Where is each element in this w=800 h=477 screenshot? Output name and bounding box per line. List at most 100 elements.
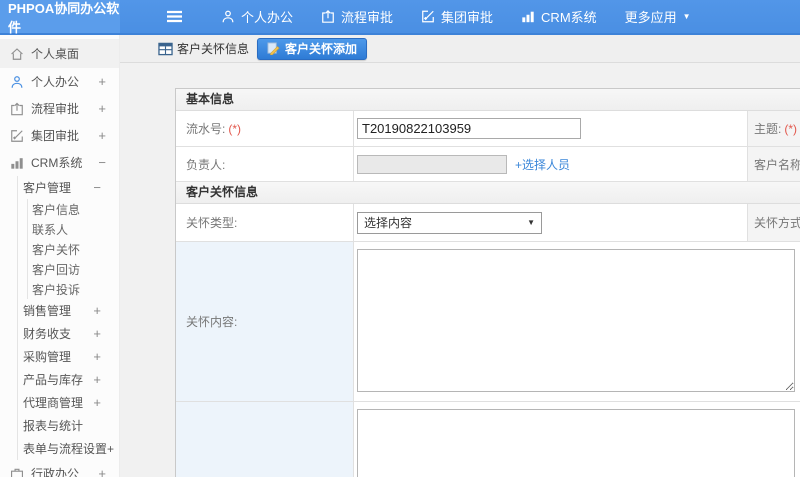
sidebar-item-finance[interactable]: 财务收支 + [18, 322, 119, 345]
nav-crm-system[interactable]: CRM系统 [521, 7, 597, 26]
field-label: 流水号: [186, 122, 226, 136]
sidebar-item-customer-info[interactable]: 客户信息 [28, 199, 119, 219]
bar-chart-icon [10, 156, 24, 170]
extra-input-cell [353, 402, 800, 477]
serial-label-cell: 流水号: (*) [176, 111, 353, 146]
table-icon [158, 42, 173, 56]
sidebar: 个人桌面 个人办公 + 流程审批 + 集团审批 + CRM系统 − 客户管理 − [0, 35, 120, 477]
sidebar-item-label: 集团审批 [31, 129, 80, 143]
expand-icon[interactable]: + [93, 303, 101, 318]
sidebar-item-process-approval[interactable]: 流程审批 + [0, 95, 119, 122]
bar-chart-icon [521, 9, 535, 24]
extra-label-cell [176, 402, 353, 477]
serial-input[interactable] [357, 118, 581, 139]
expand-icon[interactable]: + [93, 372, 101, 387]
sidebar-item-customer-complaint[interactable]: 客户投诉 [28, 279, 119, 299]
extra-textarea[interactable] [357, 409, 795, 477]
person-icon [221, 9, 235, 24]
field-label: 客户名称: [754, 157, 800, 172]
care-content-input-cell [353, 242, 800, 401]
care-type-select[interactable]: 选择内容 ▼ [357, 211, 542, 234]
home-icon [10, 47, 24, 61]
sidebar-item-label: CRM系统 [31, 156, 83, 170]
expand-icon[interactable]: + [93, 395, 101, 410]
sidebar-item-label: 财务收支 [23, 327, 72, 341]
care-type-row: 关怀类型: 选择内容 ▼ 关怀方式: [176, 204, 800, 242]
hamburger-menu-icon[interactable] [166, 10, 183, 23]
nav-personal-office[interactable]: 个人办公 [221, 7, 293, 26]
sidebar-item-personal-desktop[interactable]: 个人桌面 [0, 39, 119, 68]
edit-add-icon [267, 42, 280, 55]
sidebar-item-label: 个人桌面 [31, 47, 80, 61]
sidebar-item-reports-statistics[interactable]: 报表与统计 [18, 414, 119, 437]
customer-care-add-form: 基本信息 流水号: (*) 主题: (*) 负责人: +选择人员 [175, 88, 800, 477]
sidebar-item-label: 表单与流程设置+ [23, 442, 115, 456]
customer-submenu: 客户信息 联系人 客户关怀 客户回访 客户投诉 [27, 199, 119, 299]
expand-icon[interactable]: + [93, 326, 101, 341]
select-personnel-link[interactable]: +选择人员 [515, 156, 570, 173]
sidebar-item-label: 个人办公 [31, 75, 80, 89]
caret-down-icon: ▼ [682, 11, 691, 21]
sidebar-item-personal-office[interactable]: 个人办公 + [0, 68, 119, 95]
tab-customer-care-info[interactable]: 客户关怀信息 [158, 40, 249, 57]
briefcase-icon [10, 467, 24, 477]
expand-icon[interactable]: + [98, 128, 106, 143]
sidebar-item-customer-management[interactable]: 客户管理 − [18, 176, 119, 199]
sidebar-item-contacts[interactable]: 联系人 [28, 219, 119, 239]
sidebar-item-purchasing[interactable]: 采购管理 + [18, 345, 119, 368]
owner-label-cell: 负责人: [176, 147, 353, 181]
field-label: 主题: [754, 122, 782, 136]
sidebar-item-label: 行政办公 [31, 467, 80, 477]
nav-label: 集团审批 [441, 10, 494, 25]
section-header-basic-info: 基本信息 [176, 89, 800, 111]
tab-customer-care-add[interactable]: 客户关怀添加 [257, 37, 368, 60]
field-label: 负责人: [186, 157, 226, 172]
expand-icon[interactable]: + [98, 466, 106, 477]
sidebar-item-sales-management[interactable]: 销售管理 + [18, 299, 119, 322]
required-mark: (*) [228, 121, 242, 136]
expand-icon[interactable]: − [98, 155, 106, 170]
sidebar-item-admin-office[interactable]: 行政办公 + [0, 460, 119, 477]
owner-input[interactable] [357, 154, 507, 174]
expand-icon[interactable]: + [93, 349, 101, 364]
care-type-label-cell: 关怀类型: [176, 204, 353, 241]
care-content-label-cell: 关怀内容: [176, 242, 353, 401]
nav-group-approval[interactable]: 集团审批 [421, 7, 493, 26]
sidebar-item-label: 产品与库存 [23, 373, 84, 387]
care-content-textarea[interactable] [357, 249, 795, 392]
sidebar-item-label: 客户关怀 [32, 242, 81, 257]
caret-down-icon: ▼ [527, 217, 535, 227]
sidebar-item-label: 客户投诉 [32, 282, 81, 297]
nav-more-apps[interactable]: 更多应用 ▼ [625, 7, 691, 26]
sidebar-item-crm-system[interactable]: CRM系统 − [0, 149, 119, 176]
sidebar-item-form-process-settings[interactable]: 表单与流程设置+ [18, 437, 119, 460]
edit-icon [421, 9, 435, 24]
share-up-icon [321, 9, 335, 24]
top-navbar: PHPOA协同办公软件 个人办公 流程审批 集团审批 CRM系统 更多应用 ▼ [0, 0, 800, 35]
sidebar-item-products-inventory[interactable]: 产品与库存 + [18, 368, 119, 391]
sidebar-item-group-approval[interactable]: 集团审批 + [0, 122, 119, 149]
sidebar-item-agent-management[interactable]: 代理商管理 + [18, 391, 119, 414]
app-logo: PHPOA协同办公软件 [0, 0, 120, 35]
expand-icon[interactable]: + [98, 74, 106, 89]
tab-label: 客户关怀信息 [177, 42, 250, 56]
expand-icon[interactable]: + [98, 101, 106, 116]
sidebar-item-label: 客户管理 [23, 181, 72, 195]
sidebar-item-customer-revisit[interactable]: 客户回访 [28, 259, 119, 279]
main-content: 基本信息 流水号: (*) 主题: (*) 负责人: +选择人员 [120, 64, 800, 477]
nav-label: 更多应用 [624, 10, 677, 25]
top-nav: 个人办公 流程审批 集团审批 CRM系统 更多应用 ▼ [221, 7, 691, 26]
sidebar-item-label: 销售管理 [23, 304, 72, 318]
crm-submenu: 客户管理 − 客户信息 联系人 客户关怀 客户回访 客户投诉 销售管理 + 财务… [17, 176, 119, 460]
nav-process-approval[interactable]: 流程审批 [321, 7, 393, 26]
sidebar-item-customer-care[interactable]: 客户关怀 [28, 239, 119, 259]
person-icon [10, 75, 24, 89]
sidebar-item-label: 联系人 [32, 222, 69, 237]
extra-content-row [176, 402, 800, 477]
share-up-icon [10, 102, 24, 116]
expand-icon[interactable]: − [93, 180, 101, 195]
owner-row: 负责人: +选择人员 客户名称: (*) [176, 147, 800, 182]
edit-icon [10, 129, 24, 143]
section-header-care-info: 客户关怀信息 [176, 182, 800, 204]
serial-row: 流水号: (*) 主题: (*) [176, 111, 800, 147]
